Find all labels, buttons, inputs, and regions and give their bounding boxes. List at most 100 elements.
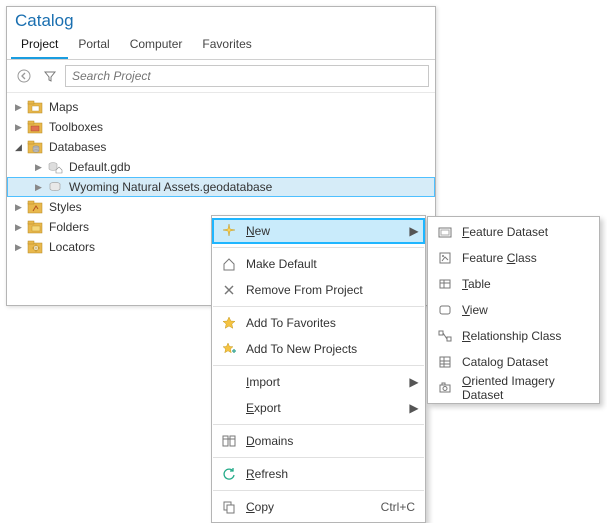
menu-item-refresh[interactable]: Refresh <box>212 461 425 487</box>
menu-label: New <box>246 224 405 238</box>
menu-item-import[interactable]: Import ▶ <box>212 369 425 395</box>
tree-label: Toolboxes <box>49 120 103 134</box>
menu-label: Domains <box>246 434 419 448</box>
view-icon <box>434 301 456 319</box>
context-menu: New ▶ Make Default Remove From Project A… <box>211 215 426 523</box>
caret-down-icon[interactable]: ◢ <box>13 142 24 153</box>
home-icon <box>218 255 240 273</box>
caret-right-icon[interactable]: ▶ <box>13 122 24 133</box>
menu-item-remove[interactable]: Remove From Project <box>212 277 425 303</box>
submenu-arrow-icon: ▶ <box>409 224 419 238</box>
star-icon <box>218 314 240 332</box>
locators-folder-icon <box>27 239 43 255</box>
folders-folder-icon <box>27 219 43 235</box>
databases-folder-icon <box>27 139 43 155</box>
menu-item-add-favorites[interactable]: Add To Favorites <box>212 310 425 336</box>
menu-item-domains[interactable]: Domains <box>212 428 425 454</box>
menu-label: Add To Favorites <box>246 316 419 330</box>
search-input-wrap[interactable] <box>65 65 429 87</box>
tree-node-default-gdb[interactable]: ▶ Default.gdb <box>7 157 435 177</box>
menu-label: Copy <box>246 500 373 514</box>
menu-item-make-default[interactable]: Make Default <box>212 251 425 277</box>
blank-icon <box>218 399 240 417</box>
menu-separator <box>213 490 424 491</box>
relationship-icon <box>434 327 456 345</box>
caret-right-icon[interactable]: ▶ <box>33 182 44 193</box>
blank-icon <box>218 373 240 391</box>
menu-label: Remove From Project <box>246 283 419 297</box>
domains-icon <box>218 432 240 450</box>
submenu-new: Feature Dataset Feature Class Table View… <box>427 216 600 404</box>
menu-item-new[interactable]: New ▶ <box>212 218 425 244</box>
menu-item-table[interactable]: Table <box>428 271 599 297</box>
tree-label: Folders <box>49 220 89 234</box>
tree-node-toolboxes[interactable]: ▶ Toolboxes <box>7 117 435 137</box>
menu-item-oriented-imagery[interactable]: Oriented Imagery Dataset <box>428 375 599 401</box>
remove-x-icon <box>218 281 240 299</box>
caret-right-icon[interactable]: ▶ <box>13 102 24 113</box>
menu-item-relationship-class[interactable]: Relationship Class <box>428 323 599 349</box>
menu-separator <box>213 306 424 307</box>
menu-item-export[interactable]: Export ▶ <box>212 395 425 421</box>
menu-item-catalog-dataset[interactable]: Catalog Dataset <box>428 349 599 375</box>
copy-icon <box>218 498 240 516</box>
tab-portal[interactable]: Portal <box>68 33 119 59</box>
tree-label: Databases <box>49 140 106 154</box>
tree-node-databases[interactable]: ◢ Databases <box>7 137 435 157</box>
geodatabase-icon <box>47 179 63 195</box>
toolboxes-folder-icon <box>27 119 43 135</box>
menu-label: Add To New Projects <box>246 342 419 356</box>
caret-right-icon[interactable]: ▶ <box>13 202 24 213</box>
tab-bar: Project Portal Computer Favorites <box>7 33 435 60</box>
menu-label: Import <box>246 375 405 389</box>
menu-item-copy[interactable]: Copy Ctrl+C <box>212 494 425 520</box>
star-plus-icon <box>218 340 240 358</box>
search-input[interactable] <box>66 69 428 83</box>
table-icon <box>434 275 456 293</box>
feature-dataset-icon <box>434 223 456 241</box>
menu-separator <box>213 457 424 458</box>
caret-right-icon[interactable]: ▶ <box>13 222 24 233</box>
tree-label: Wyoming Natural Assets.geodatabase <box>69 180 272 194</box>
caret-right-icon[interactable]: ▶ <box>13 242 24 253</box>
catalog-dataset-icon <box>434 353 456 371</box>
menu-item-view[interactable]: View <box>428 297 599 323</box>
tree-node-maps[interactable]: ▶ Maps <box>7 97 435 117</box>
tree-label: Styles <box>49 200 82 214</box>
styles-folder-icon <box>27 199 43 215</box>
menu-label: Refresh <box>246 467 419 481</box>
menu-label: Make Default <box>246 257 419 271</box>
menu-separator <box>213 365 424 366</box>
caret-right-icon[interactable]: ▶ <box>33 162 44 173</box>
back-button[interactable] <box>13 65 35 87</box>
menu-item-feature-dataset[interactable]: Feature Dataset <box>428 219 599 245</box>
menu-label: Feature Dataset <box>462 225 593 239</box>
geodatabase-home-icon <box>47 159 63 175</box>
refresh-icon <box>218 465 240 483</box>
maps-folder-icon <box>27 99 43 115</box>
menu-separator <box>213 424 424 425</box>
shortcut-label: Ctrl+C <box>381 500 415 514</box>
tree-label: Locators <box>49 240 95 254</box>
toolbar <box>7 60 435 93</box>
menu-label: View <box>462 303 593 317</box>
menu-item-add-new-projects[interactable]: Add To New Projects <box>212 336 425 362</box>
menu-separator <box>213 247 424 248</box>
menu-label: Relationship Class <box>462 329 593 343</box>
feature-class-icon <box>434 249 456 267</box>
tree-label: Default.gdb <box>69 160 130 174</box>
menu-item-feature-class[interactable]: Feature Class <box>428 245 599 271</box>
tab-favorites[interactable]: Favorites <box>192 33 261 59</box>
tree-label: Maps <box>49 100 78 114</box>
tab-project[interactable]: Project <box>11 33 68 59</box>
submenu-arrow-icon: ▶ <box>409 401 419 415</box>
menu-label: Feature Class <box>462 251 593 265</box>
menu-label: Table <box>462 277 593 291</box>
panel-title: Catalog <box>7 7 435 33</box>
tree-node-styles[interactable]: ▶ Styles <box>7 197 435 217</box>
filter-button[interactable] <box>39 65 61 87</box>
tree-node-wyoming-gdb[interactable]: ▶ Wyoming Natural Assets.geodatabase <box>7 177 435 197</box>
tab-computer[interactable]: Computer <box>120 33 193 59</box>
menu-label: Export <box>246 401 405 415</box>
menu-label: Oriented Imagery Dataset <box>462 374 593 402</box>
